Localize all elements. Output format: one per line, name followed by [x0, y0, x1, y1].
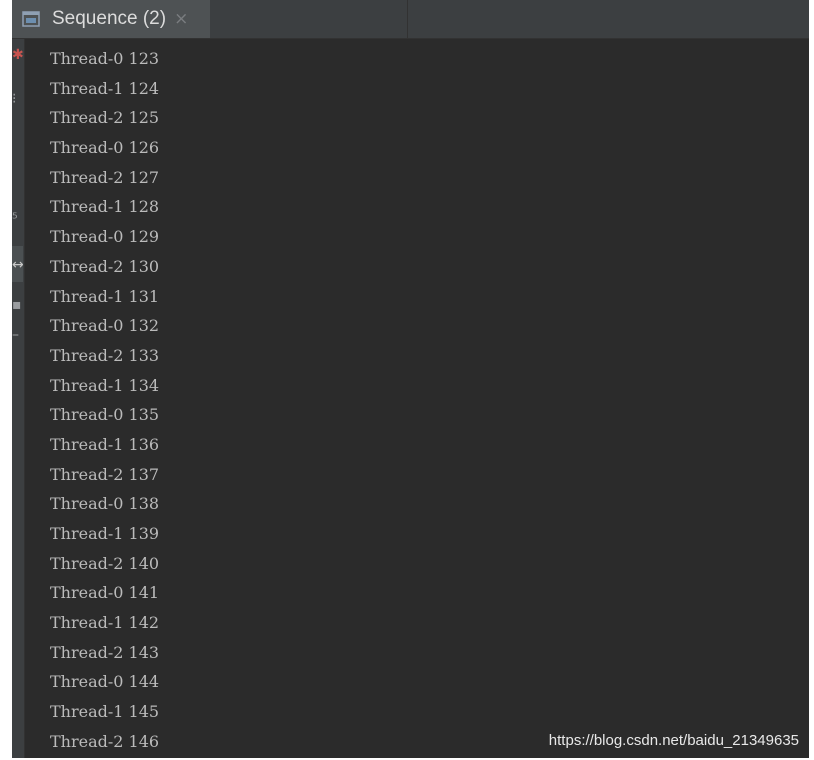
- console-line: Thread-0 141: [50, 583, 160, 603]
- wrap-icon[interactable]: ↔: [12, 257, 23, 273]
- run-tool-window: Sequence (2) × ✱ ⁝ ⁵ ↔ ▪ – Thread-0 123 T…: [12, 0, 809, 758]
- console-window-icon: [22, 10, 40, 28]
- clear-icon[interactable]: –: [12, 327, 23, 343]
- console-line: Thread-1 128: [50, 197, 160, 217]
- console-line: Thread-1 142: [50, 613, 160, 633]
- console-line: Thread-0 129: [50, 227, 160, 247]
- console-line: Thread-2 133: [50, 345, 160, 365]
- console-line: Thread-1 136: [50, 434, 160, 454]
- console-line: Thread-0 126: [50, 138, 160, 158]
- tab-label: Sequence (2): [52, 8, 167, 29]
- console-line: Thread-1 145: [50, 702, 160, 722]
- tab-sequence[interactable]: Sequence (2) ×: [12, 0, 210, 38]
- settings-icon[interactable]: ⁝: [12, 91, 23, 107]
- console-line: Thread-2 130: [50, 256, 160, 276]
- print-icon[interactable]: ▪: [12, 297, 23, 313]
- console-line: Thread-2 140: [50, 553, 160, 573]
- console-line: Thread-2 137: [50, 464, 160, 484]
- tab-bar: Sequence (2) ×: [12, 0, 809, 39]
- console-toolbar: ✱ ⁝ ⁵ ↔ ▪ –: [12, 39, 25, 758]
- console-line: Thread-1 134: [50, 375, 160, 395]
- console-line: Thread-1 124: [50, 78, 160, 98]
- console-output[interactable]: Thread-0 123 Thread-1 124 Thread-2 125 Thre…: [50, 44, 159, 757]
- console-line: Thread-1 139: [50, 524, 160, 543]
- console-line: Thread-2 127: [50, 167, 160, 187]
- console-line: Thread-0 144: [50, 672, 160, 692]
- console-line: Thread-2 146: [50, 731, 160, 751]
- tab-divider: [407, 0, 408, 38]
- console-line: Thread-2 125: [50, 108, 160, 128]
- console-line: Thread-2 143: [50, 642, 160, 662]
- console-line: Thread-0 132: [50, 316, 160, 336]
- close-icon[interactable]: ×: [174, 9, 188, 29]
- watermark: https://blog.csdn.net/baidu_21349635: [548, 732, 799, 749]
- console-line: Thread-0 135: [50, 405, 160, 425]
- pin-icon[interactable]: ✱: [12, 47, 23, 63]
- step-icon[interactable]: ⁵: [12, 211, 23, 227]
- console-line: Thread-0 138: [50, 494, 160, 514]
- console-line: Thread-0 123: [50, 49, 160, 68]
- console-line: Thread-1 131: [50, 286, 160, 306]
